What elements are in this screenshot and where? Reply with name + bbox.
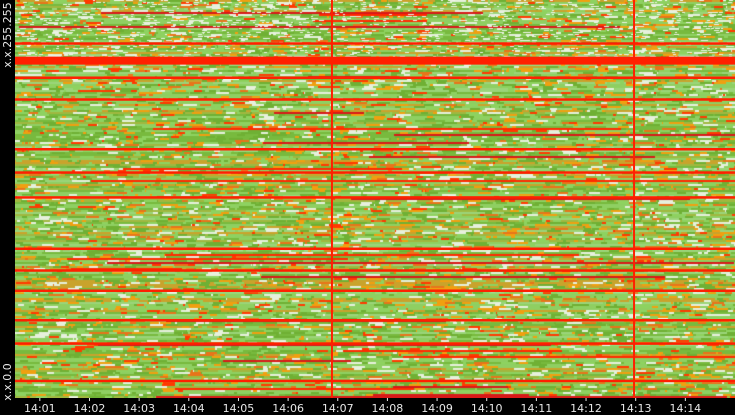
hot-row (15, 247, 735, 250)
hot-row (15, 342, 735, 345)
hot-row (15, 147, 735, 151)
x-tick-label: 14:03 (123, 402, 155, 415)
x-tick-label: 14:06 (272, 402, 304, 415)
x-tick-label: 14:07 (322, 402, 354, 415)
x-tick-label: 14:14 (669, 402, 701, 415)
x-tick-label: 14:08 (372, 402, 404, 415)
hot-column (633, 0, 636, 398)
hot-row (15, 76, 735, 79)
hot-row (15, 269, 735, 272)
hot-row (15, 56, 735, 65)
x-tick-label: 14:10 (471, 402, 503, 415)
x-tick-label: 14:11 (521, 402, 553, 415)
x-tick-label: 14:01 (24, 402, 56, 415)
traffic-heatmap: 14:01 14:02 14:03 14:04 14:05 14:06 14:07 14:08… (0, 0, 735, 415)
hot-row (15, 196, 735, 199)
x-tick-label: 14:09 (421, 402, 453, 415)
hot-column (330, 0, 333, 398)
heatmap-plot-area (15, 0, 735, 398)
x-tick-label: 14:02 (74, 402, 106, 415)
hot-row (15, 379, 735, 383)
y-tick-label: x.x.0.0 (1, 363, 14, 401)
x-tick-label: 14:12 (570, 402, 602, 415)
hot-row (15, 42, 735, 45)
hot-row (15, 289, 735, 292)
hot-row (15, 171, 735, 174)
x-tick-label: 14:04 (173, 402, 205, 415)
x-tick-label: 14:13 (620, 402, 652, 415)
hot-row (15, 98, 735, 101)
x-tick-label: 14:05 (223, 402, 255, 415)
y-tick-label: x.x.255.255 (1, 2, 14, 68)
hot-row (15, 319, 735, 322)
